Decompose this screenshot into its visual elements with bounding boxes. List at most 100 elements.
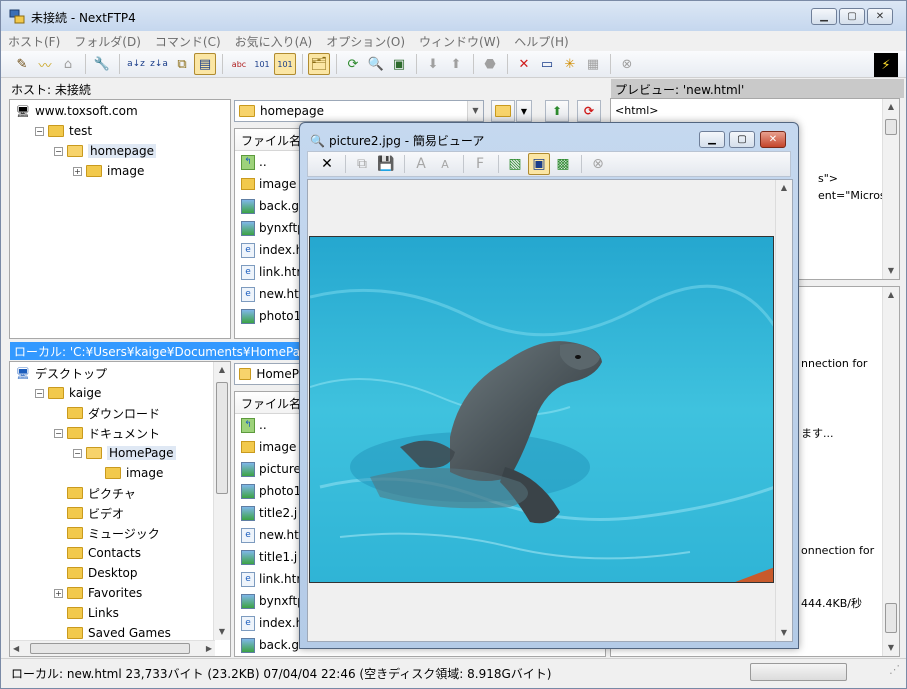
font-icon[interactable]: F: [469, 153, 491, 175]
tree-node[interactable]: Links: [10, 603, 230, 623]
tree-node[interactable]: − HomePage: [10, 443, 230, 463]
expand-icon[interactable]: +: [54, 588, 63, 598]
collapse-icon[interactable]: −: [54, 146, 63, 156]
title-bar[interactable]: 未接続 - NextFTP4 ▁ ▢ ✕: [1, 1, 906, 31]
tree-node[interactable]: Desktop: [10, 563, 230, 583]
collapse-icon[interactable]: −: [73, 448, 82, 458]
sort-desc-icon[interactable]: z↓a: [148, 53, 170, 75]
view-binary-icon[interactable]: 101: [251, 53, 273, 75]
tree-node[interactable]: − test: [10, 121, 230, 141]
scroll-down-icon[interactable]: ▼: [883, 263, 899, 279]
tree-node[interactable]: ダウンロード: [10, 403, 230, 423]
scroll-left-icon[interactable]: ◀: [13, 644, 19, 653]
collapse-icon[interactable]: −: [54, 428, 63, 438]
cancel-icon[interactable]: ⊗: [587, 153, 609, 175]
fit-image-icon[interactable]: ▧: [504, 153, 526, 175]
viewer-close-button[interactable]: ✕: [760, 131, 786, 148]
scroll-thumb[interactable]: [885, 603, 897, 633]
refresh-folder-icon[interactable]: ⟳: [342, 53, 364, 75]
tree-node[interactable]: − kaige: [10, 383, 230, 403]
menu-item[interactable]: コマンド(C): [148, 31, 228, 51]
folder-menu-button[interactable]: ▼: [516, 100, 532, 122]
tree-node[interactable]: 🖥 www.toxsoft.com: [10, 101, 230, 121]
tree-node[interactable]: 🖥 デスクトップ: [10, 363, 230, 383]
menu-item[interactable]: ホスト(F): [1, 31, 67, 51]
tree-node[interactable]: image: [10, 463, 230, 483]
stop-sign-icon[interactable]: ⬣: [479, 53, 501, 75]
scroll-down-icon[interactable]: ▼: [883, 640, 899, 656]
open-folder-button[interactable]: [491, 100, 515, 122]
rename-icon[interactable]: ▭: [536, 53, 558, 75]
local-tree-hscroll[interactable]: ◀ ▶: [10, 640, 215, 656]
scroll-down-icon[interactable]: ▼: [214, 624, 230, 640]
folder-sync-icon[interactable]: 🗂: [308, 53, 330, 75]
menu-item[interactable]: オプション(O): [319, 31, 412, 51]
scroll-thumb[interactable]: [216, 382, 228, 494]
quick-connect-icon[interactable]: 〰: [34, 53, 56, 75]
find-icon[interactable]: 🔍: [365, 53, 387, 75]
menu-item[interactable]: フォルダ(D): [67, 31, 148, 51]
tree-node[interactable]: ミュージック: [10, 523, 230, 543]
local-path-combo[interactable]: HomeP: [234, 363, 304, 385]
window-tile-icon[interactable]: ⧉: [171, 53, 193, 75]
viewer-minimize-button[interactable]: ▁: [699, 131, 725, 148]
preview-vscroll[interactable]: ▲ ▼: [882, 99, 899, 279]
image-viewer-window[interactable]: 🔍 picture2.jpg - 簡易ビューア ▁ ▢ ✕ ✕ ⧉ 💾 A A …: [299, 122, 799, 649]
wrench-icon[interactable]: 🔧: [91, 53, 113, 75]
log-vscroll[interactable]: ▲ ▼: [882, 287, 899, 656]
tree-node[interactable]: ピクチャ: [10, 483, 230, 503]
delete-icon[interactable]: ✕: [513, 53, 535, 75]
disconnect-icon[interactable]: ⌂: [57, 53, 79, 75]
hscroll-thumb[interactable]: [30, 643, 190, 654]
viewer-maximize-button[interactable]: ▢: [729, 131, 755, 148]
resize-grip-icon[interactable]: ⋰: [889, 663, 900, 676]
tree-node[interactable]: ビデオ: [10, 503, 230, 523]
remote-path-combo[interactable]: homepage ▼: [234, 100, 484, 122]
tree-node[interactable]: − ドキュメント: [10, 423, 230, 443]
full-image-icon[interactable]: ▩: [552, 153, 574, 175]
actual-size-icon[interactable]: ▣: [528, 153, 550, 175]
chevron-down-icon[interactable]: ▼: [467, 101, 483, 121]
minimize-button[interactable]: ▁: [811, 8, 837, 25]
collapse-icon[interactable]: −: [35, 388, 44, 398]
copy-icon[interactable]: ⧉: [351, 153, 373, 175]
properties-icon[interactable]: ▦: [582, 53, 604, 75]
scroll-up-icon[interactable]: ▲: [883, 99, 899, 115]
cancel-icon[interactable]: ⊗: [616, 53, 638, 75]
download-icon[interactable]: ⬇: [422, 53, 444, 75]
collapse-icon[interactable]: −: [35, 126, 44, 136]
view-auto-icon[interactable]: 101: [274, 53, 296, 75]
image-view-icon[interactable]: ▣: [388, 53, 410, 75]
tree-node[interactable]: Contacts: [10, 543, 230, 563]
viewer-title-bar[interactable]: 🔍 picture2.jpg - 簡易ビューア: [310, 132, 484, 149]
viewer-vscroll[interactable]: ▲ ▼: [775, 180, 792, 641]
close-button[interactable]: ✕: [867, 8, 893, 25]
refresh-button[interactable]: ⟳: [577, 100, 601, 122]
menu-item[interactable]: ヘルプ(H): [507, 31, 575, 51]
tree-node[interactable]: + Favorites: [10, 583, 230, 603]
font-smaller-icon[interactable]: A: [434, 153, 456, 175]
close-viewer-icon[interactable]: ✕: [316, 153, 338, 175]
menu-item[interactable]: お気に入り(A): [228, 31, 320, 51]
menu-item[interactable]: ウィンドウ(W): [412, 31, 507, 51]
expand-icon[interactable]: +: [73, 166, 82, 176]
font-larger-icon[interactable]: A: [410, 153, 432, 175]
maximize-button[interactable]: ▢: [839, 8, 865, 25]
save-icon[interactable]: 💾: [375, 153, 397, 175]
scroll-up-icon[interactable]: ▲: [214, 362, 230, 378]
local-tree-vscroll[interactable]: ▲ ▼: [213, 362, 230, 640]
view-large-icon[interactable]: ▤: [194, 53, 216, 75]
parent-folder-button[interactable]: ⬆: [545, 100, 569, 122]
view-abc-icon[interactable]: abc: [228, 53, 250, 75]
connect-icon[interactable]: ✎: [11, 53, 33, 75]
new-file-icon[interactable]: ✳: [559, 53, 581, 75]
tree-node[interactable]: − homepage: [10, 141, 230, 161]
sort-asc-icon[interactable]: a↓z: [125, 53, 147, 75]
scroll-thumb[interactable]: [885, 119, 897, 135]
scroll-up-icon[interactable]: ▲: [883, 287, 899, 303]
scroll-down-icon[interactable]: ▼: [776, 625, 792, 641]
scroll-right-icon[interactable]: ▶: [206, 644, 212, 653]
upload-icon[interactable]: ⬆: [445, 53, 467, 75]
tree-node[interactable]: + image: [10, 161, 230, 181]
scroll-up-icon[interactable]: ▲: [776, 180, 792, 196]
